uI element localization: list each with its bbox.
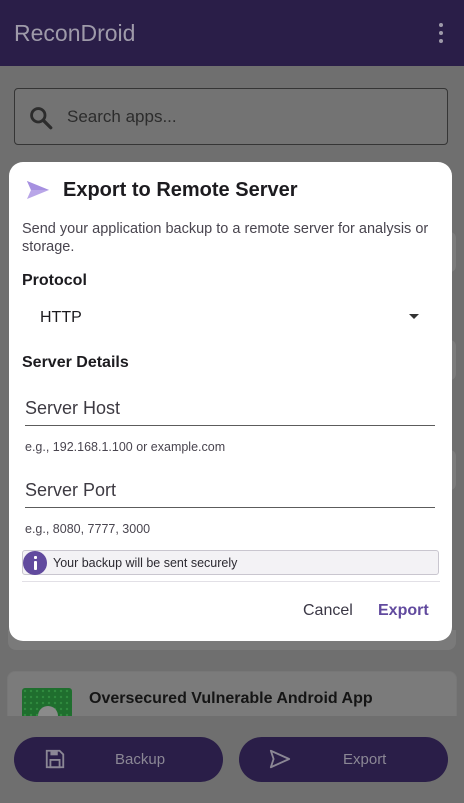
dialog-description: Send your application backup to a remote… xyxy=(22,221,429,255)
server-port-field[interactable] xyxy=(25,472,435,508)
protocol-value: HTTP xyxy=(40,309,82,326)
info-icon xyxy=(23,551,47,575)
app-title: ReconDroid xyxy=(14,20,136,46)
app-bar: ReconDroid xyxy=(0,0,464,66)
server-port-input[interactable] xyxy=(25,476,435,504)
server-details-label: Server Details xyxy=(22,354,129,371)
backup-label: Backup xyxy=(115,751,166,768)
search-input[interactable] xyxy=(67,101,427,133)
server-host-hint: e.g., 192.168.1.100 or example.com xyxy=(25,440,226,454)
backup-button[interactable]: Backup xyxy=(14,737,223,782)
chevron-down-icon xyxy=(409,314,419,319)
protocol-label: Protocol xyxy=(22,272,87,289)
export-label: Export xyxy=(343,751,387,768)
more-vert-icon[interactable] xyxy=(432,22,448,44)
divider xyxy=(22,581,440,582)
protocol-dropdown[interactable]: HTTP xyxy=(24,300,432,336)
server-host-input[interactable] xyxy=(25,394,435,422)
cancel-button[interactable]: Cancel xyxy=(303,602,353,620)
server-host-field[interactable] xyxy=(25,390,435,426)
server-port-hint: e.g., 8080, 7777, 3000 xyxy=(25,522,151,536)
export-button[interactable]: Export xyxy=(378,602,429,620)
secure-note-banner: Your backup will be sent securely xyxy=(22,550,439,575)
export-bottom-button[interactable]: Export xyxy=(239,737,448,782)
save-icon xyxy=(45,749,65,769)
search-icon xyxy=(30,107,53,130)
search-bar[interactable] xyxy=(14,88,448,145)
dialog-title: Export to Remote Server xyxy=(63,179,298,201)
app-list-item-name: Oversecured Vulnerable Android App xyxy=(89,690,373,707)
send-icon xyxy=(269,749,291,769)
secure-note-text: Your backup will be sent securely xyxy=(53,556,238,570)
send-icon xyxy=(27,181,49,199)
